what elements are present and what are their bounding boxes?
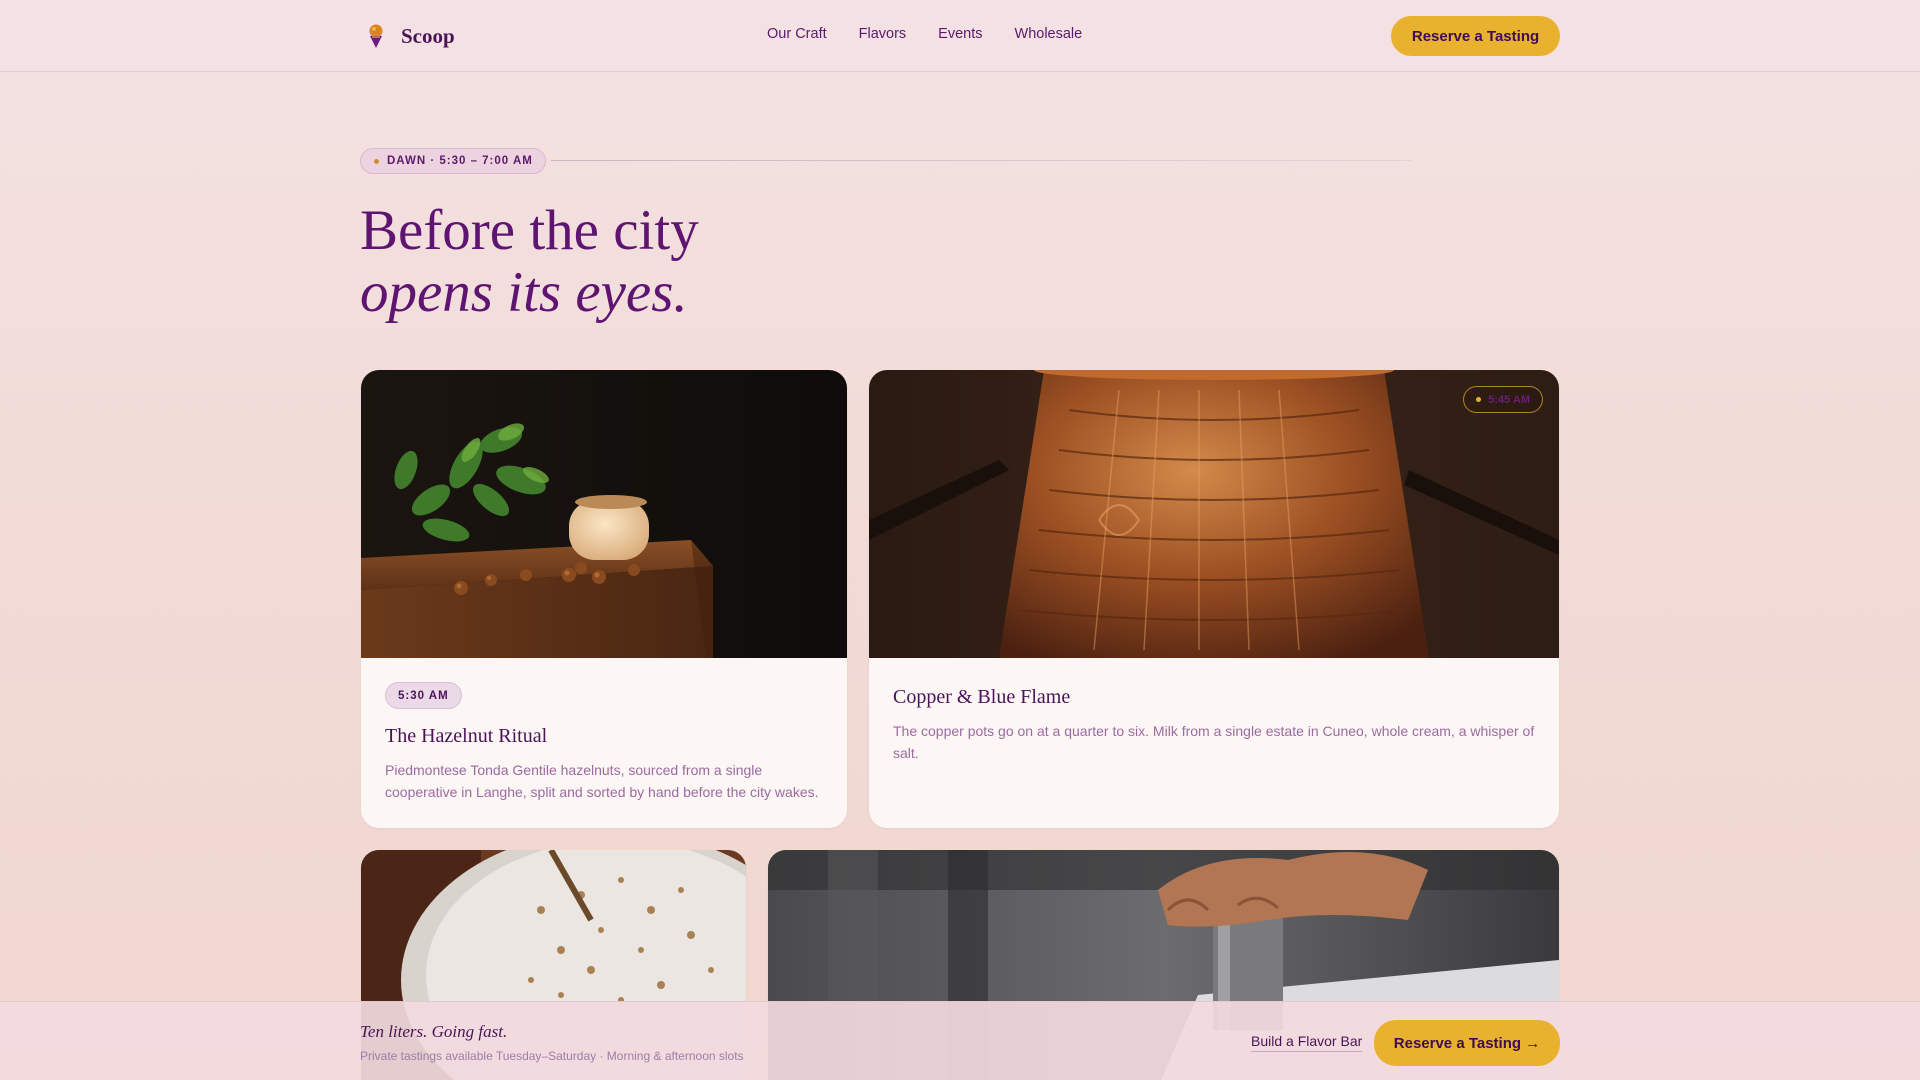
badge-text: 5:45 AM <box>1488 393 1530 406</box>
ice-cream-icon <box>369 24 383 48</box>
card-hazelnut-ritual[interactable]: 5:30 AM The Hazelnut Ritual Piedmontese … <box>361 370 847 828</box>
dot-icon <box>374 158 379 164</box>
brand-logo[interactable]: Scoop <box>365 21 455 51</box>
nav-links: Our Craft Flavors Events Wholesale <box>767 26 1082 42</box>
card-description: The copper pots go on at a quarter to si… <box>893 723 1535 761</box>
sticky-reservation-bar: Ten liters. Going fast. Private tastings… <box>0 1001 1920 1080</box>
hero-divider <box>551 160 1411 161</box>
hazelnut-photo <box>361 370 847 658</box>
hero-title-line2: opens its eyes. <box>360 261 688 324</box>
eyebrow-text: DAWN · 5:30 – 7:00 AM <box>387 155 533 167</box>
card-title: Copper & Blue Flame <box>893 686 1071 708</box>
nav-link-our-craft[interactable]: Our Craft <box>767 26 827 42</box>
top-navigation: Scoop Our Craft Flavors Events Wholesale… <box>0 0 1920 72</box>
brand-name: Scoop <box>401 23 455 48</box>
bar-title: Ten liters. Going fast. <box>360 1022 508 1041</box>
hero-title: Before the city opens its eyes. <box>360 200 1260 324</box>
copper-pot-photo <box>869 370 1559 658</box>
card-copper-blue-flame[interactable]: 5:45 AM Copper & Blue Flame The copper p… <box>869 370 1559 828</box>
card-description: Piedmontese Tonda Gentile hazelnuts, sou… <box>385 762 819 800</box>
hero-title-line1: Before the city <box>360 199 699 262</box>
bar-subtitle: Private tastings available Tuesday–Satur… <box>360 1049 744 1063</box>
reserve-tasting-bar-button[interactable]: Reserve a Tasting → <box>1374 1020 1560 1066</box>
dot-icon <box>1476 397 1482 402</box>
dawn-eyebrow-pill: DAWN · 5:30 – 7:00 AM <box>360 148 546 174</box>
nav-link-events[interactable]: Events <box>938 26 982 42</box>
reserve-tasting-button[interactable]: Reserve a Tasting <box>1391 16 1560 56</box>
card-title: The Hazelnut Ritual <box>385 725 548 747</box>
card-time-badge: 5:30 AM <box>385 682 462 709</box>
nav-link-flavors[interactable]: Flavors <box>859 26 907 42</box>
build-flavor-bar-link[interactable]: Build a Flavor Bar <box>1251 1033 1363 1052</box>
card-time-badge: 5:45 AM <box>1463 386 1543 413</box>
nav-link-wholesale[interactable]: Wholesale <box>1015 26 1083 42</box>
